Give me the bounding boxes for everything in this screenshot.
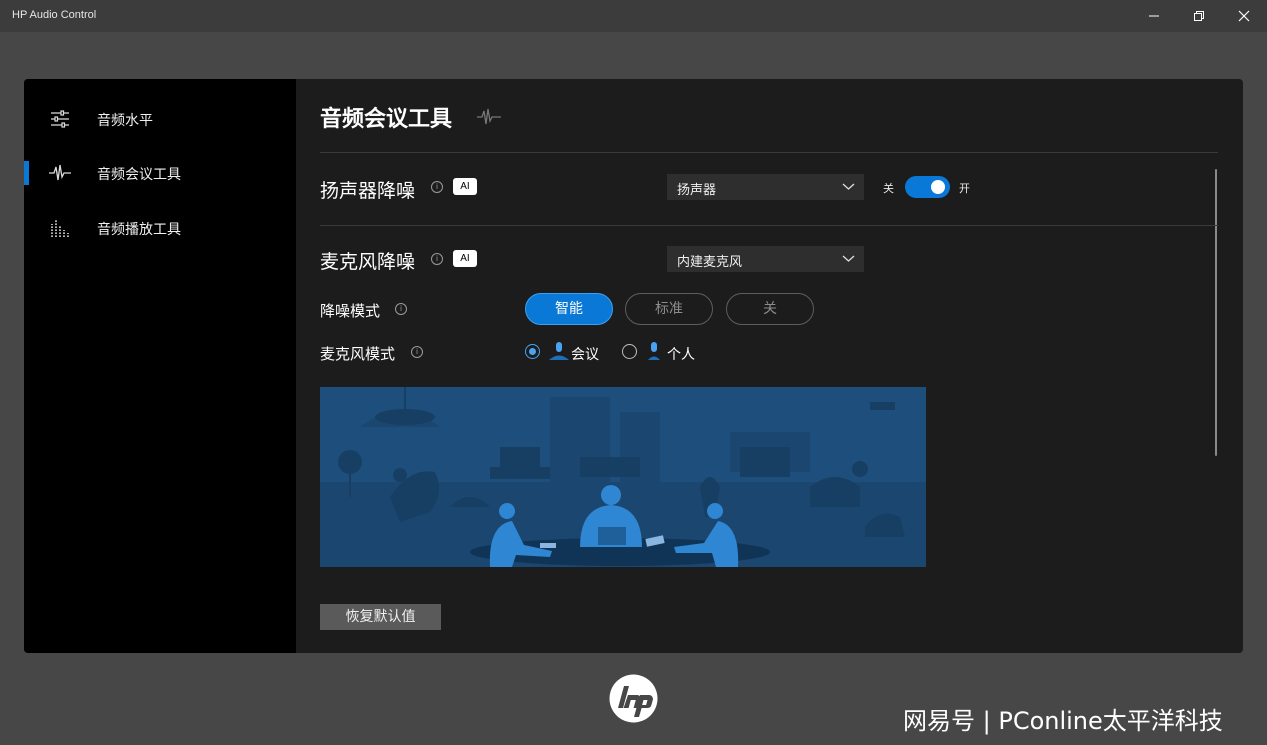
watermark-text: 网易号 | PConline太平洋科技 — [903, 707, 1223, 735]
waveform-icon — [49, 164, 71, 181]
speaker-noise-title: 扬声器降噪 — [320, 180, 416, 202]
sidebar-item-conference-tools[interactable]: 音频会议工具 — [24, 153, 296, 193]
reset-defaults-button[interactable]: 恢复默认值 — [320, 604, 441, 630]
ai-badge: AI — [453, 178, 477, 195]
restore-button[interactable] — [1176, 0, 1222, 32]
toggle-on-label: 开 — [959, 182, 970, 195]
equalizer-bars-icon — [51, 220, 69, 237]
restore-icon — [1194, 11, 1204, 21]
title-bar: HP Audio Control — [0, 0, 1267, 32]
select-value: 内建麦克风 — [677, 255, 743, 270]
conference-illustration — [320, 387, 926, 567]
mic-mode-conference-label: 会议 — [571, 347, 599, 363]
mic-mode-label: 麦克风模式 — [320, 345, 396, 363]
conference-mic-icon — [549, 342, 569, 360]
minimize-button[interactable] — [1131, 0, 1177, 32]
info-icon[interactable]: i — [431, 253, 443, 265]
mic-mode-conference-radio[interactable] — [525, 344, 540, 359]
noise-mode-smart-button[interactable]: 智能 — [525, 293, 613, 325]
minimize-icon — [1149, 15, 1159, 17]
selected-indicator — [24, 161, 29, 185]
divider — [320, 225, 1218, 226]
mic-mode-personal-radio[interactable] — [622, 344, 637, 359]
sidebar-item-label: 音频会议工具 — [97, 167, 181, 183]
speaker-device-select[interactable]: 扬声器 — [667, 174, 864, 200]
close-button[interactable] — [1221, 0, 1267, 32]
noise-mode-standard-button[interactable]: 标准 — [625, 293, 713, 325]
mic-mode-personal-label: 个人 — [667, 347, 695, 363]
page-title: 音频会议工具 — [320, 107, 453, 132]
mic-noise-title: 麦克风降噪 — [320, 251, 416, 273]
divider — [320, 152, 1218, 153]
sidebar-item-audio-levels[interactable]: 音频水平 — [24, 99, 296, 139]
select-value: 扬声器 — [677, 183, 717, 198]
close-icon — [1238, 10, 1250, 22]
ai-badge: AI — [453, 250, 477, 267]
sidebar-item-playback-tools[interactable]: 音频播放工具 — [24, 208, 296, 248]
info-icon[interactable]: i — [395, 303, 407, 315]
info-icon[interactable]: i — [411, 346, 423, 358]
hp-logo — [609, 674, 658, 723]
mic-device-select[interactable]: 内建麦克风 — [667, 246, 864, 272]
content-area: 音频会议工具 扬声器降噪 i AI 扬声器 关 开 麦克风降噪 i AI 内建麦… — [296, 79, 1243, 653]
chevron-down-icon — [842, 183, 855, 190]
sidebar-item-label: 音频播放工具 — [97, 222, 181, 238]
waveform-icon — [477, 108, 501, 125]
scrollbar[interactable] — [1215, 169, 1217, 456]
sidebar: 音频水平 音频会议工具 音频播放工具 — [24, 79, 296, 653]
sidebar-item-label: 音频水平 — [97, 113, 153, 129]
toggle-off-label: 关 — [883, 182, 894, 195]
sliders-icon — [51, 110, 69, 128]
chevron-down-icon — [842, 255, 855, 262]
noise-mode-label: 降噪模式 — [320, 302, 381, 320]
speaker-noise-toggle[interactable] — [905, 176, 950, 198]
personal-mic-icon — [648, 342, 660, 360]
main-panel: 音频水平 音频会议工具 音频播放工具 音频会议工具 扬声器降噪 i AI 扬声器… — [24, 79, 1243, 653]
app-title: HP Audio Control — [12, 9, 97, 21]
toggle-knob — [931, 180, 945, 194]
info-icon[interactable]: i — [431, 181, 443, 193]
noise-mode-off-button[interactable]: 关 — [726, 293, 814, 325]
